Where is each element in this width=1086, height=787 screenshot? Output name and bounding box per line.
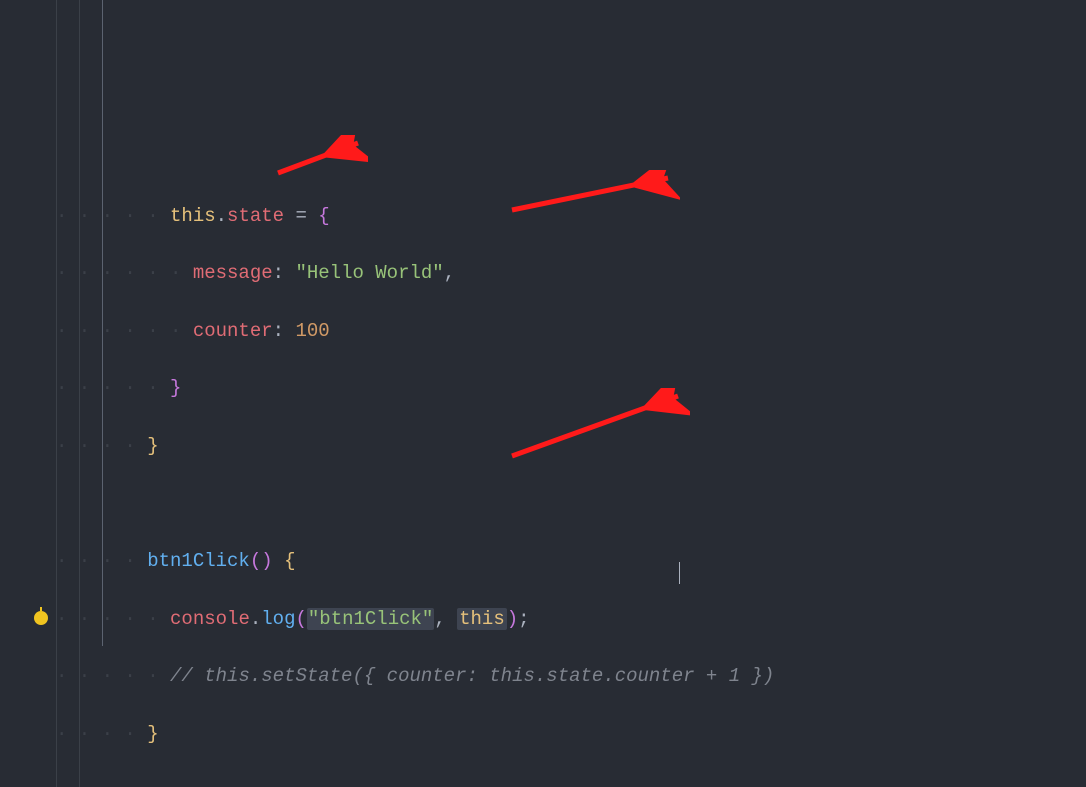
code-line[interactable]: · · · · · } bbox=[56, 374, 1086, 403]
text-cursor bbox=[679, 562, 680, 584]
lightbulb-icon[interactable] bbox=[34, 611, 48, 625]
code-line[interactable] bbox=[56, 778, 1086, 787]
code-line[interactable]: · · · · · · counter: 100 bbox=[56, 317, 1086, 346]
code-line[interactable] bbox=[56, 490, 1086, 519]
code-editor[interactable]: · · · · · this.state = { · · · · · · mes… bbox=[0, 0, 1086, 787]
code-line[interactable]: · · · · · console.log("btn1Click", this)… bbox=[56, 605, 1086, 634]
code-line[interactable]: · · · · btn1Click() { bbox=[56, 547, 1086, 576]
code-line[interactable]: · · · · · · message: "Hello World", bbox=[56, 259, 1086, 288]
code-line[interactable]: · · · · · // this.setState({ counter: th… bbox=[56, 662, 1086, 691]
code-line[interactable]: · · · · } bbox=[56, 720, 1086, 749]
code-line[interactable]: · · · · · this.state = { bbox=[56, 202, 1086, 231]
code-line[interactable]: · · · · } bbox=[56, 432, 1086, 461]
